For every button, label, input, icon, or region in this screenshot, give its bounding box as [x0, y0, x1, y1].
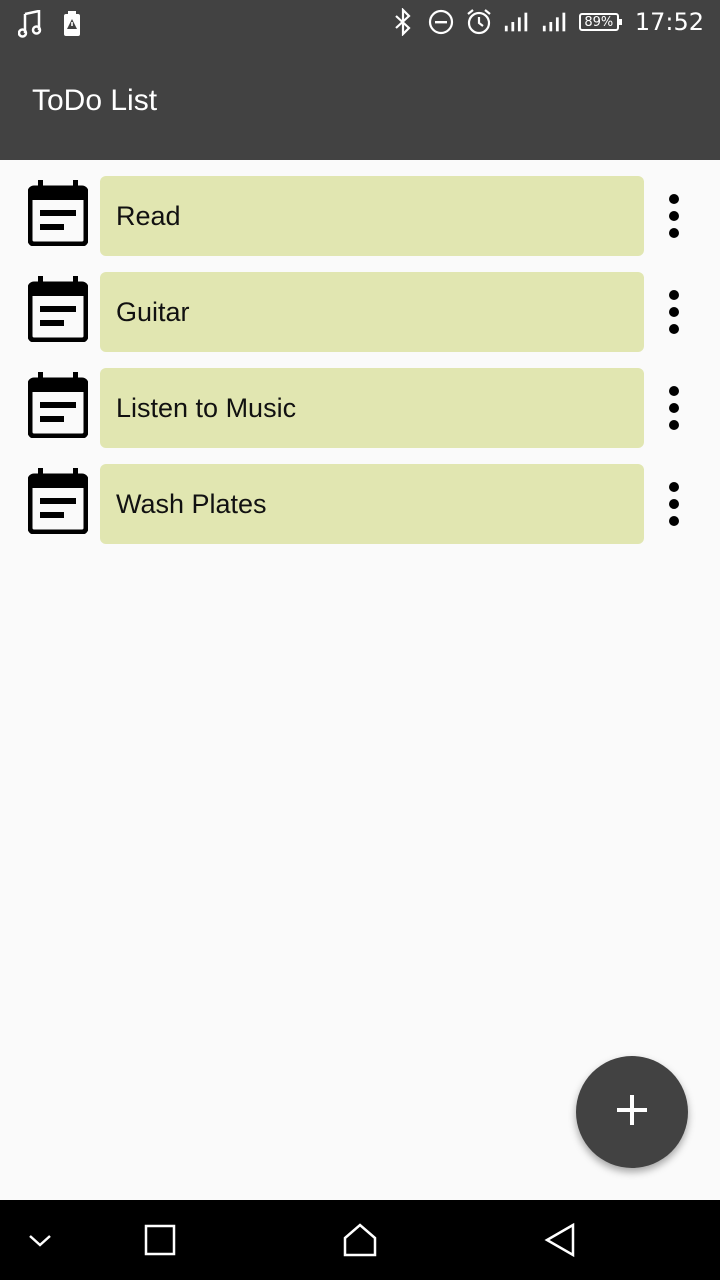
status-clock: 17:52 [634, 8, 704, 36]
chevron-down-icon[interactable] [20, 1220, 60, 1260]
more-options-icon[interactable] [658, 482, 690, 526]
alarm-icon [465, 8, 493, 36]
todo-label: Guitar [116, 296, 190, 327]
todo-list: Read Guitar Listen to Music Wash Plates [0, 176, 720, 560]
app-bar: ToDo List [0, 48, 720, 160]
plus-icon [615, 1093, 649, 1131]
battery-warning-icon [58, 10, 86, 38]
todo-label: Read [116, 200, 181, 231]
more-options-icon[interactable] [658, 386, 690, 430]
todo-item[interactable]: Listen to Music [100, 368, 644, 448]
todo-item[interactable]: Read [100, 176, 644, 256]
todo-item[interactable]: Wash Plates [100, 464, 644, 544]
todo-row: Listen to Music [0, 368, 720, 448]
home-icon[interactable] [340, 1220, 380, 1260]
todo-row: Wash Plates [0, 464, 720, 544]
add-todo-button[interactable] [576, 1056, 688, 1168]
calendar-note-icon [27, 372, 89, 439]
recents-icon[interactable] [140, 1220, 180, 1260]
calendar-note-icon [27, 276, 89, 343]
status-bar: 89% 17:52 [0, 0, 720, 48]
todo-item[interactable]: Guitar [100, 272, 644, 352]
todo-label: Wash Plates [116, 488, 267, 519]
back-icon[interactable] [540, 1220, 580, 1260]
calendar-note-icon [27, 180, 89, 247]
todo-label: Listen to Music [116, 392, 297, 423]
navigation-bar [0, 1200, 720, 1280]
todo-row: Read [0, 176, 720, 256]
more-options-icon[interactable] [658, 290, 690, 334]
bluetooth-icon [389, 8, 417, 36]
calendar-note-icon [27, 468, 89, 535]
battery-level: 89% [578, 13, 622, 31]
music-note-icon [16, 10, 44, 38]
signal-icon [541, 8, 569, 36]
app-title: ToDo List [32, 84, 158, 117]
more-options-icon[interactable] [658, 194, 690, 238]
signal-icon [503, 8, 531, 36]
todo-row: Guitar [0, 272, 720, 352]
do-not-disturb-icon [427, 8, 455, 36]
